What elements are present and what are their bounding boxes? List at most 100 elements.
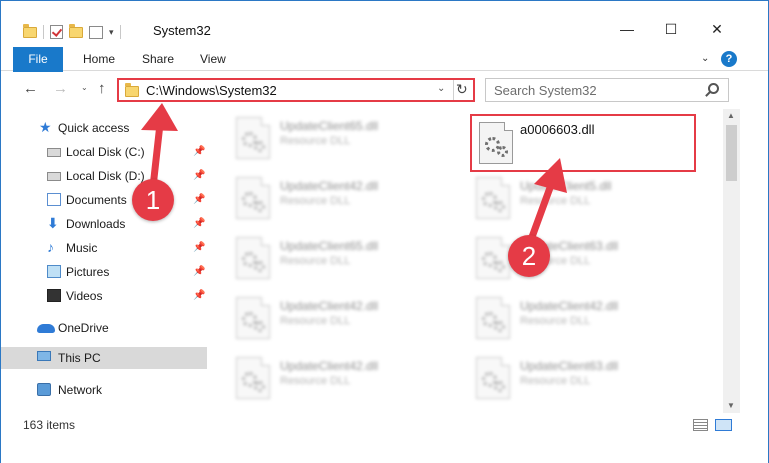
dll-file-icon [236, 237, 270, 279]
ribbon-tabs: File Home Share View ⌄ ? [1, 47, 768, 72]
sidebar-item-label: Videos [66, 289, 103, 303]
navigation-bar: ← → ⌄ ↑ C:\Windows\System32 ⌄ ↻ [1, 73, 768, 105]
address-bar[interactable]: C:\Windows\System32 ⌄ ↻ [117, 78, 475, 102]
scroll-thumb[interactable] [726, 125, 737, 181]
file-item[interactable]: UpdateClient42.dll Resource DLL [230, 173, 460, 223]
scroll-down-icon[interactable]: ▼ [727, 401, 735, 410]
quick-access-toolbar: ▾ [23, 23, 121, 41]
file-name: UpdateClient42.dll [520, 299, 619, 313]
file-type: Resource DLL [520, 315, 591, 327]
pictures-icon [47, 265, 61, 278]
network-icon [37, 383, 51, 396]
sidebar-item-label: Local Disk (C:) [66, 145, 145, 159]
this-pc-icon [37, 351, 51, 361]
sidebar-item-quick-access[interactable]: ★ Quick access [1, 117, 207, 139]
address-separator [453, 80, 454, 100]
file-item[interactable]: UpdateClient65.dll Resource DLL [230, 233, 460, 283]
sidebar-item-downloads[interactable]: ⬇ Downloads 📌 [1, 213, 207, 235]
search-box[interactable] [485, 78, 729, 102]
toolbar-separator [43, 25, 44, 39]
pin-icon[interactable]: 📌 [193, 170, 205, 181]
recent-locations-dropdown[interactable]: ⌄ [81, 83, 88, 92]
pin-icon[interactable]: 📌 [193, 146, 205, 157]
sidebar-item-documents[interactable]: Documents 📌 [1, 189, 207, 211]
dll-file-icon [236, 357, 270, 399]
file-item[interactable]: UpdateClient63.dll Resource DLL [470, 353, 700, 403]
file-name: UpdateClient65.dll [280, 239, 379, 253]
minimize-button[interactable]: — [617, 19, 637, 39]
file-explorer-window: ▾ System32 — ☐ ✕ File Home Share View ⌄ … [0, 0, 769, 463]
folder-icon [125, 83, 139, 97]
pin-icon[interactable]: 📌 [193, 266, 205, 277]
sidebar-item-label: Downloads [66, 217, 126, 231]
highlighted-file-item[interactable]: a0006603.dll [470, 114, 696, 172]
pin-icon[interactable]: 📌 [193, 218, 205, 229]
pin-icon[interactable]: 📌 [193, 290, 205, 301]
file-type: Resource DLL [280, 375, 351, 387]
sidebar-item-this-pc[interactable]: This PC [1, 347, 207, 369]
tab-view[interactable]: View [200, 47, 226, 72]
expand-ribbon-chevron-icon[interactable]: ⌄ [701, 53, 709, 64]
sidebar-item-music[interactable]: ♪ Music 📌 [1, 237, 207, 259]
tab-share[interactable]: Share [142, 47, 174, 72]
file-type: Resource DLL [280, 315, 351, 327]
file-item[interactable]: UpdateClient42.dll Resource DLL [470, 293, 700, 343]
pin-icon[interactable]: 📌 [193, 194, 205, 205]
back-button[interactable]: ← [23, 80, 38, 97]
file-name: UpdateClient42.dll [280, 359, 379, 373]
file-name: UpdateClient63.dll [520, 359, 619, 373]
videos-icon [47, 289, 61, 302]
sidebar-item-local-disk-d[interactable]: Local Disk (D:) 📌 [1, 165, 207, 187]
address-history-dropdown-icon[interactable]: ⌄ [437, 83, 445, 94]
properties-check-icon[interactable] [50, 25, 63, 39]
sidebar-item-videos[interactable]: Videos 📌 [1, 285, 207, 307]
file-item[interactable]: UpdateClient65.dll Resource DLL [230, 113, 460, 163]
large-icons-view-icon[interactable] [715, 419, 732, 431]
scroll-up-icon[interactable]: ▲ [727, 111, 735, 120]
new-folder-icon[interactable] [69, 23, 83, 38]
step-1-badge: 1 [132, 179, 174, 221]
search-input[interactable] [494, 82, 704, 98]
navigation-pane: ★ Quick access Local Disk (C:) 📌 Local D… [1, 109, 207, 409]
customize-toolbar-dropdown-icon[interactable]: ▾ [109, 27, 114, 38]
maximize-button[interactable]: ☐ [661, 19, 681, 39]
sidebar-item-pictures[interactable]: Pictures 📌 [1, 261, 207, 283]
sidebar-item-label: Quick access [58, 121, 130, 135]
file-type: Resource DLL [280, 255, 351, 267]
sidebar-item-network[interactable]: Network [1, 379, 207, 401]
file-item[interactable]: UpdateClient42.dll Resource DLL [230, 353, 460, 403]
up-button[interactable]: ↑ [98, 80, 106, 97]
file-item[interactable]: UpdateClient63.dll Resource DLL [470, 233, 700, 283]
file-name: a0006603.dll [520, 122, 595, 137]
tab-home[interactable]: Home [83, 47, 115, 72]
sidebar-item-label: Pictures [66, 265, 110, 279]
help-icon[interactable]: ? [721, 51, 737, 67]
file-item[interactable]: UpdateClient42.dll Resource DLL [230, 293, 460, 343]
window-title: System32 [153, 23, 211, 38]
dll-file-icon [476, 177, 510, 219]
properties-icon[interactable] [89, 25, 103, 39]
documents-icon [47, 193, 61, 206]
tab-file[interactable]: File [13, 47, 63, 72]
sidebar-item-local-disk-c[interactable]: Local Disk (C:) 📌 [1, 141, 207, 163]
star-icon: ★ [39, 119, 52, 135]
pin-icon[interactable]: 📌 [193, 242, 205, 253]
search-icon[interactable] [708, 83, 719, 94]
refresh-icon[interactable]: ↻ [456, 81, 468, 98]
details-view-icon[interactable] [693, 419, 708, 431]
vertical-scrollbar[interactable]: ▲ ▼ [723, 109, 740, 413]
sidebar-item-onedrive[interactable]: OneDrive [1, 317, 207, 339]
sidebar-item-label: This PC [58, 351, 101, 365]
file-type: Resource DLL [520, 375, 591, 387]
sidebar-item-label: Documents [66, 193, 127, 207]
music-icon: ♪ [47, 239, 54, 255]
close-button[interactable]: ✕ [707, 19, 727, 39]
file-name: UpdateClient5.dll [520, 179, 612, 193]
drive-icon [47, 172, 61, 181]
file-name: UpdateClient65.dll [280, 119, 379, 133]
address-path[interactable]: C:\Windows\System32 [146, 83, 277, 98]
file-item[interactable]: UpdateClient5.dll Resource DLL [470, 173, 700, 223]
forward-button[interactable]: → [53, 80, 68, 97]
folder-icon [23, 23, 37, 38]
dll-file-icon [236, 117, 270, 159]
